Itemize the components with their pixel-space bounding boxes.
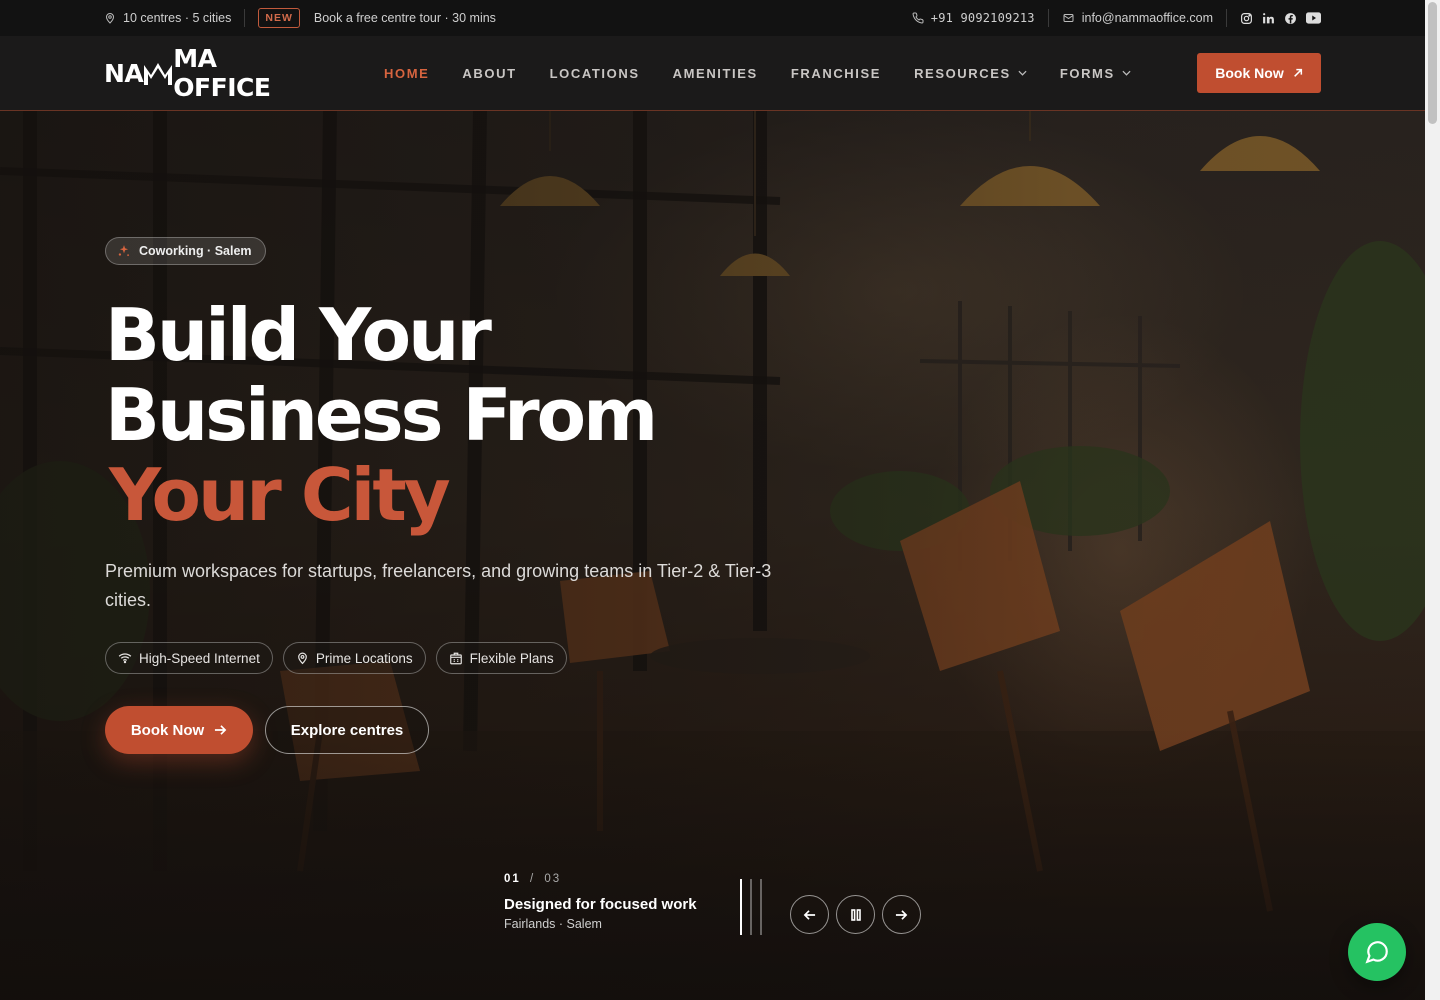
nav-about-label: ABOUT — [462, 65, 517, 81]
instagram-icon[interactable] — [1240, 12, 1253, 25]
explore-centres-label: Explore centres — [290, 721, 404, 739]
pause-icon — [850, 908, 861, 921]
centres-text: 10 centres · 5 cities — [123, 11, 232, 25]
feature-label: High-Speed Internet — [139, 650, 260, 666]
hero-book-now-label: Book Now — [130, 721, 205, 739]
slide-counter: 01 / 03 — [504, 873, 734, 885]
divider — [1226, 9, 1227, 27]
next-slide-button[interactable] — [882, 895, 921, 934]
slide-total: 03 — [544, 873, 562, 885]
chevron-down-icon — [1018, 70, 1027, 76]
location-pin-icon — [296, 651, 309, 665]
chat-bubble-icon — [1364, 939, 1390, 965]
header-book-now-button[interactable]: Book Now — [1197, 53, 1321, 93]
slider-controls — [790, 895, 921, 934]
nav-home[interactable]: HOME — [384, 66, 429, 81]
main-nav: HOME ABOUT LOCATIONS AMENITIES FRANCHISE… — [384, 66, 1164, 81]
arrow-left-icon — [803, 909, 816, 921]
email-link[interactable]: info@nammaoffice.com — [1062, 11, 1213, 25]
hero-headline: Build Your Business From Your City — [105, 295, 825, 535]
pause-slider-button[interactable] — [836, 895, 875, 934]
previous-slide-button[interactable] — [790, 895, 829, 934]
hero-bottom-fade — [0, 740, 1425, 1000]
headline-line-2: Business From — [105, 373, 658, 457]
hero-subtext: Premium workspaces for startups, freelan… — [105, 561, 772, 610]
facebook-icon[interactable] — [1284, 12, 1297, 25]
mail-icon — [1062, 12, 1075, 24]
nav-franchise[interactable]: FRANCHISE — [791, 66, 881, 81]
building-icon — [449, 652, 463, 665]
hero-book-now-button[interactable]: Book Now — [105, 706, 253, 754]
hero-cta-group: Book Now Explore centres — [105, 706, 825, 754]
tour-link[interactable]: Book a free centre tour · 30 mins — [314, 11, 496, 25]
phone-number: +91 9092109213 — [930, 11, 1035, 25]
social-links — [1240, 12, 1321, 25]
nav-amenities[interactable]: AMENITIES — [673, 66, 758, 81]
youtube-icon[interactable] — [1306, 12, 1321, 24]
nav-forms-label: FORMS — [1059, 65, 1115, 81]
nav-home-label: HOME — [384, 65, 430, 81]
phone-icon — [912, 12, 924, 24]
main-header: NA MA OFFICE HOME ABOUT LOCATIONS AMENIT… — [0, 36, 1425, 111]
email-address: info@nammaoffice.com — [1081, 11, 1213, 25]
headline-accent: Your City — [109, 453, 451, 537]
slide-indicator-3[interactable] — [760, 879, 762, 935]
slide-progress-indicators — [740, 879, 762, 935]
location-tag-label: Coworking · Salem — [139, 244, 252, 258]
location-tag: Coworking · Salem — [105, 237, 266, 265]
explore-centres-button[interactable]: Explore centres — [265, 706, 429, 754]
slide-current: 01 — [504, 873, 521, 885]
feature-chip-plans: Flexible Plans — [435, 642, 567, 674]
hero-content: Coworking · Salem Build Your Business Fr… — [105, 237, 825, 754]
nav-forms[interactable]: FORMS — [1060, 66, 1131, 81]
logo[interactable]: NA MA OFFICE — [104, 44, 294, 102]
feature-chips: High-Speed Internet Prime Locations Flex… — [105, 642, 825, 674]
divider — [244, 9, 246, 27]
slide-counter-separator: / — [530, 873, 536, 885]
page-scrollbar[interactable] — [1425, 0, 1440, 1000]
slide-subtitle: Fairlands · Salem — [504, 917, 602, 931]
sparkle-icon — [117, 244, 131, 258]
nav-amenities-label: AMENITIES — [672, 65, 758, 81]
nav-franchise-label: FRANCHISE — [790, 65, 882, 81]
header-book-now-label: Book Now — [1215, 65, 1284, 81]
scrollbar-thumb[interactable] — [1428, 2, 1437, 124]
wifi-icon — [118, 652, 132, 664]
top-bar: 10 centres · 5 cities NEW Book a free ce… — [0, 0, 1425, 36]
hero-section: Coworking · Salem Build Your Business Fr… — [0, 111, 1425, 1000]
feature-label: Prime Locations — [315, 650, 413, 666]
slide-indicator-2[interactable] — [750, 879, 752, 935]
phone-link[interactable]: +91 9092109213 — [912, 11, 1035, 25]
arrow-up-right-icon — [1293, 68, 1303, 78]
slide-info: 01 / 03 Designed for focused work Fairla… — [504, 873, 734, 931]
logo-crown-m-icon — [143, 61, 173, 85]
new-badge: NEW — [258, 8, 300, 28]
centres-info: 10 centres · 5 cities — [104, 11, 231, 25]
tour-promo[interactable]: NEW Book a free centre tour · 30 mins — [258, 8, 496, 28]
nav-resources-label: RESOURCES — [914, 65, 1011, 81]
slide-indicator-1[interactable] — [740, 879, 742, 935]
logo-text-left: NA — [104, 58, 144, 88]
nav-locations[interactable]: LOCATIONS — [550, 66, 640, 81]
logo-text-right: MA OFFICE — [173, 44, 271, 102]
location-pin-icon — [104, 12, 116, 24]
nav-locations-label: LOCATIONS — [549, 65, 640, 81]
arrow-right-icon — [895, 909, 908, 921]
linkedin-icon[interactable] — [1262, 12, 1275, 25]
feature-chip-locations: Prime Locations — [282, 642, 426, 674]
whatsapp-chat-button[interactable] — [1348, 923, 1406, 981]
feature-label: Flexible Plans — [469, 650, 554, 666]
headline-line-1: Build Your — [105, 293, 492, 377]
divider — [1047, 9, 1049, 27]
slide-title: Designed for focused work — [504, 896, 697, 913]
nav-about[interactable]: ABOUT — [462, 66, 516, 81]
nav-resources[interactable]: RESOURCES — [914, 66, 1027, 81]
chevron-down-icon — [1122, 70, 1131, 76]
arrow-right-icon — [214, 724, 227, 736]
feature-chip-internet: High-Speed Internet — [105, 642, 273, 674]
